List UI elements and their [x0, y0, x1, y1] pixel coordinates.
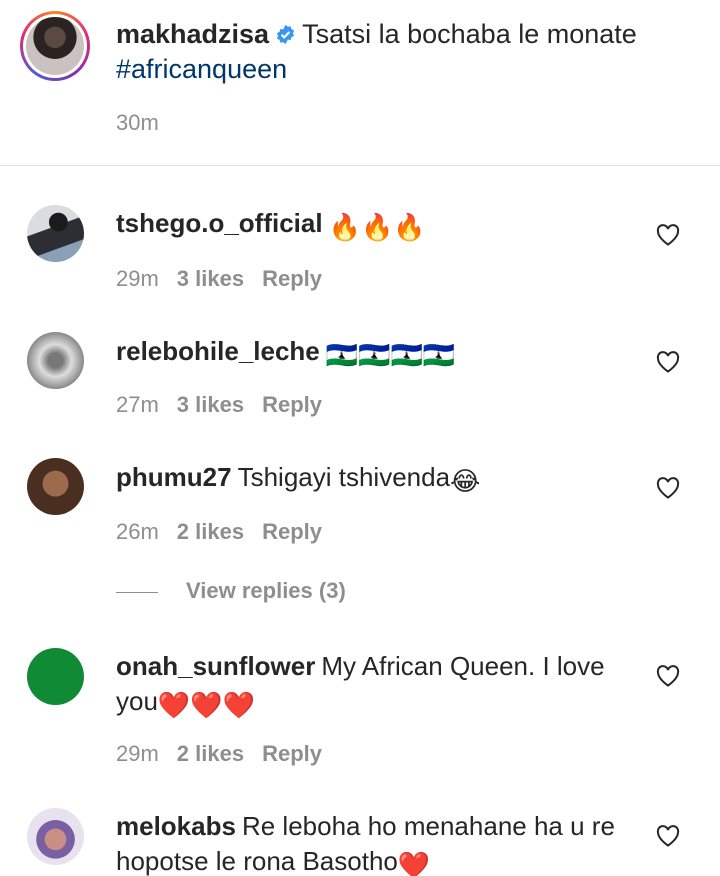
caption-avatar-ring[interactable] — [20, 11, 90, 81]
comment-emoji: ❤️ — [397, 850, 431, 876]
comment-text: relebohile_leche 🇱🇸🇱🇸🇱🇸🇱🇸 — [116, 334, 636, 373]
like-heart-icon[interactable] — [656, 825, 680, 847]
like-heart-icon[interactable] — [656, 224, 680, 246]
likes-count[interactable]: 2 likes — [177, 519, 244, 544]
comment-timestamp: 26m — [116, 519, 159, 544]
comment-emoji: ❤️❤️❤️ — [157, 690, 256, 720]
comment-text: phumu27 Tshigayi tshivenda😂 — [116, 460, 636, 499]
reply-button[interactable]: Reply — [262, 266, 322, 291]
view-replies-button[interactable]: View replies (3) — [116, 578, 346, 604]
reply-button[interactable]: Reply — [262, 392, 322, 417]
likes-count[interactable]: 3 likes — [177, 266, 244, 291]
comment-emoji: 🇱🇸🇱🇸🇱🇸🇱🇸 — [325, 340, 456, 370]
likes-count[interactable]: 3 likes — [177, 392, 244, 417]
comment-username[interactable]: tshego.o_official — [116, 208, 323, 238]
comment-username[interactable]: relebohile_leche — [116, 336, 320, 366]
caption-hashtag[interactable]: #africanqueen — [116, 54, 287, 84]
like-heart-icon[interactable] — [656, 477, 680, 499]
likes-count[interactable]: 2 likes — [177, 741, 244, 766]
avatar — [26, 17, 84, 75]
comment-meta: 29m 2 likes Reply — [116, 741, 340, 767]
comment-body: Tshigayi tshivenda — [237, 462, 451, 492]
avatar[interactable] — [27, 458, 84, 515]
comment-timestamp: 29m — [116, 266, 159, 291]
divider — [116, 591, 158, 593]
comment-username[interactable]: onah_sunflower — [116, 651, 315, 681]
comment-username[interactable]: melokabs — [116, 811, 236, 841]
comment-meta: 29m 3 likes Reply — [116, 266, 340, 292]
comments-screen: makhadzisa Tsatsi la bochaba le monate #a… — [0, 0, 720, 876]
comment-timestamp: 29m — [116, 741, 159, 766]
comment-text: tshego.o_official 🔥🔥🔥 — [116, 206, 636, 245]
like-heart-icon[interactable] — [656, 665, 680, 687]
view-replies-label: View replies (3) — [186, 578, 346, 603]
caption-body: Tsatsi la bochaba le monate — [302, 19, 637, 49]
comment-timestamp: 27m — [116, 392, 159, 417]
caption-username[interactable]: makhadzisa — [116, 19, 269, 49]
comment-emoji: 😂 — [450, 466, 481, 496]
comment-meta: 26m 2 likes Reply — [116, 519, 340, 545]
like-heart-icon[interactable] — [656, 351, 680, 373]
avatar[interactable] — [27, 808, 84, 865]
avatar[interactable] — [27, 205, 84, 262]
caption-timestamp: 30m — [116, 110, 159, 135]
reply-button[interactable]: Reply — [262, 741, 322, 766]
comment-username[interactable]: phumu27 — [116, 462, 232, 492]
comment-text: melokabs Re leboha ho menahane ha u re ho… — [116, 809, 636, 876]
avatar[interactable] — [27, 332, 84, 389]
comment-meta: 27m 3 likes Reply — [116, 392, 340, 418]
caption-text: makhadzisa Tsatsi la bochaba le monate #a… — [116, 17, 696, 87]
comment-text: onah_sunflower My African Queen. I love y… — [116, 649, 636, 723]
avatar[interactable] — [27, 648, 84, 705]
verified-badge-icon — [277, 24, 295, 45]
reply-button[interactable]: Reply — [262, 519, 322, 544]
comment-emoji: 🔥🔥🔥 — [328, 212, 426, 242]
post-caption: makhadzisa Tsatsi la bochaba le monate #a… — [0, 0, 720, 166]
